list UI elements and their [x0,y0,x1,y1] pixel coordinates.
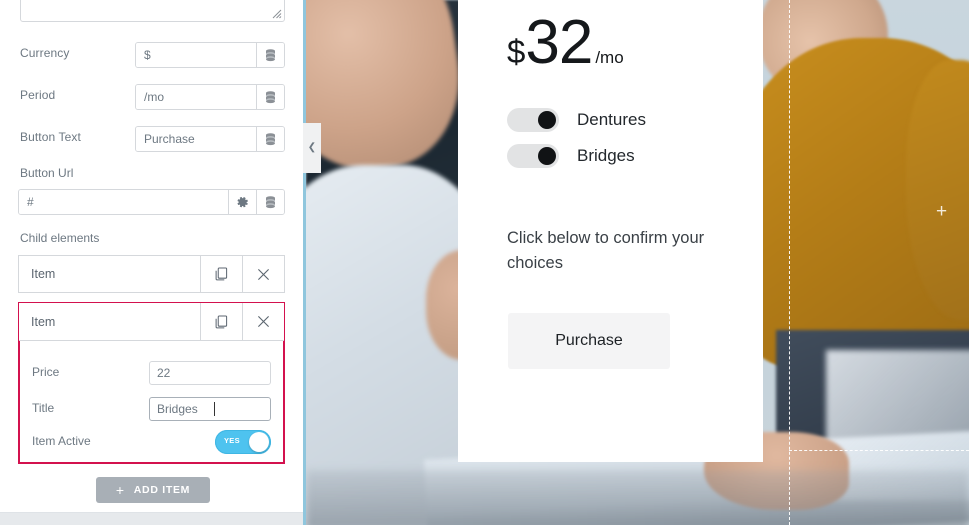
gear-icon [237,196,248,207]
vertical-guide-line [789,0,790,525]
currency-label: Currency [20,46,70,60]
copy-icon [215,314,228,328]
horizontal-guide-line [789,450,969,451]
item-active-toggle[interactable]: YES [215,430,271,454]
resize-grip-icon [272,9,282,19]
child-item-title-1: Item [31,267,56,281]
chevron-left-icon: ❮ [307,142,317,153]
currency-input[interactable] [136,43,256,67]
button-url-input[interactable] [19,190,228,214]
period-input-group [135,84,285,110]
button-url-dynamic-button[interactable] [256,190,284,214]
child-item-row-1[interactable]: Item [18,255,285,293]
add-item-button[interactable]: + ADD ITEM [96,477,210,503]
database-icon [266,195,275,208]
field-row-button-text: Button Text [0,126,303,152]
period-dynamic-button[interactable] [256,85,284,109]
description-textarea[interactable] [20,0,285,22]
feature-toggle-bridges-knob [538,147,556,165]
plus-marker-icon[interactable]: + [936,202,947,221]
add-item-button-label: ADD ITEM [133,484,191,496]
title-input[interactable] [149,397,271,421]
close-icon [257,315,270,328]
sidebar-content: Currency $ Period /mo Button Text Purcha… [0,0,303,512]
confirm-instruction-text: Click below to confirm your choices [507,229,705,272]
field-row-price: Price [20,361,283,385]
button-text-label: Button Text [20,130,81,144]
button-text-dynamic-button[interactable] [256,127,284,151]
price-input[interactable] [149,361,271,385]
feature-label-bridges: Bridges [577,146,635,165]
database-icon [266,90,275,103]
pricing-card: $ 32 /mo Dentures Bridges Click below to… [458,0,763,462]
close-icon [257,268,270,280]
title-label: Title [32,401,55,415]
item-active-toggle-text: YES [224,436,240,445]
duplicate-item-button-1[interactable] [200,256,242,292]
live-preview-area: $ 32 /mo Dentures Bridges Click below to… [303,0,969,525]
currency-dynamic-button[interactable] [256,43,284,67]
feature-label-dentures: Dentures [577,110,646,129]
panel-collapse-handle[interactable]: ❮ [303,123,321,173]
database-icon [266,132,275,145]
field-row-item-active: Item Active YES [20,430,283,454]
price-display: $ 32 /mo [507,12,624,74]
item-active-label: Item Active [32,434,91,448]
button-text-input[interactable] [136,127,256,151]
field-row-period: Period [0,84,303,110]
plus-icon: + [115,482,125,498]
price-period: /mo [595,48,624,67]
child-elements-label: Child elements [20,231,100,245]
field-row-currency: Currency [0,42,303,68]
price-label: Price [32,365,60,379]
child-item-row-2[interactable]: Item [19,303,284,341]
item-active-toggle-knob [249,432,269,452]
period-label: Period [20,88,56,102]
widget-settings-sidebar: Currency $ Period /mo Button Text Purcha… [0,0,303,525]
editor-screen: Currency $ Period /mo Button Text Purcha… [0,0,969,525]
child-item-title-2: Item [31,314,56,329]
text-caret [214,402,215,416]
duplicate-item-button-2[interactable] [200,303,242,340]
button-url-settings-button[interactable] [228,190,256,214]
feature-toggle-dentures-knob [538,111,556,129]
feature-toggle-dentures[interactable] [507,108,559,132]
feature-toggle-bridges[interactable] [507,144,559,168]
button-text-input-group [135,126,285,152]
feature-row-bridges: Bridges [507,144,635,168]
child-item-group-2-highlighted: Item Price 22 Title Bridges Item Active … [18,302,285,464]
database-icon [266,48,275,61]
sidebar-footer-bar [0,512,303,525]
price-amount: 32 [525,8,593,77]
field-row-button-url [0,189,303,215]
button-url-label: Button Url [20,166,74,180]
price-currency: $ [507,33,526,70]
remove-item-button-1[interactable] [242,256,284,292]
purchase-button[interactable]: Purchase [508,313,670,369]
copy-icon [215,267,228,281]
field-row-title: Title [20,397,283,421]
period-input[interactable] [136,85,256,109]
currency-input-group [135,42,285,68]
button-url-input-group [18,189,285,215]
photo-foreground-blur [306,470,969,525]
remove-item-button-2[interactable] [242,303,284,340]
feature-row-dentures: Dentures [507,108,646,132]
